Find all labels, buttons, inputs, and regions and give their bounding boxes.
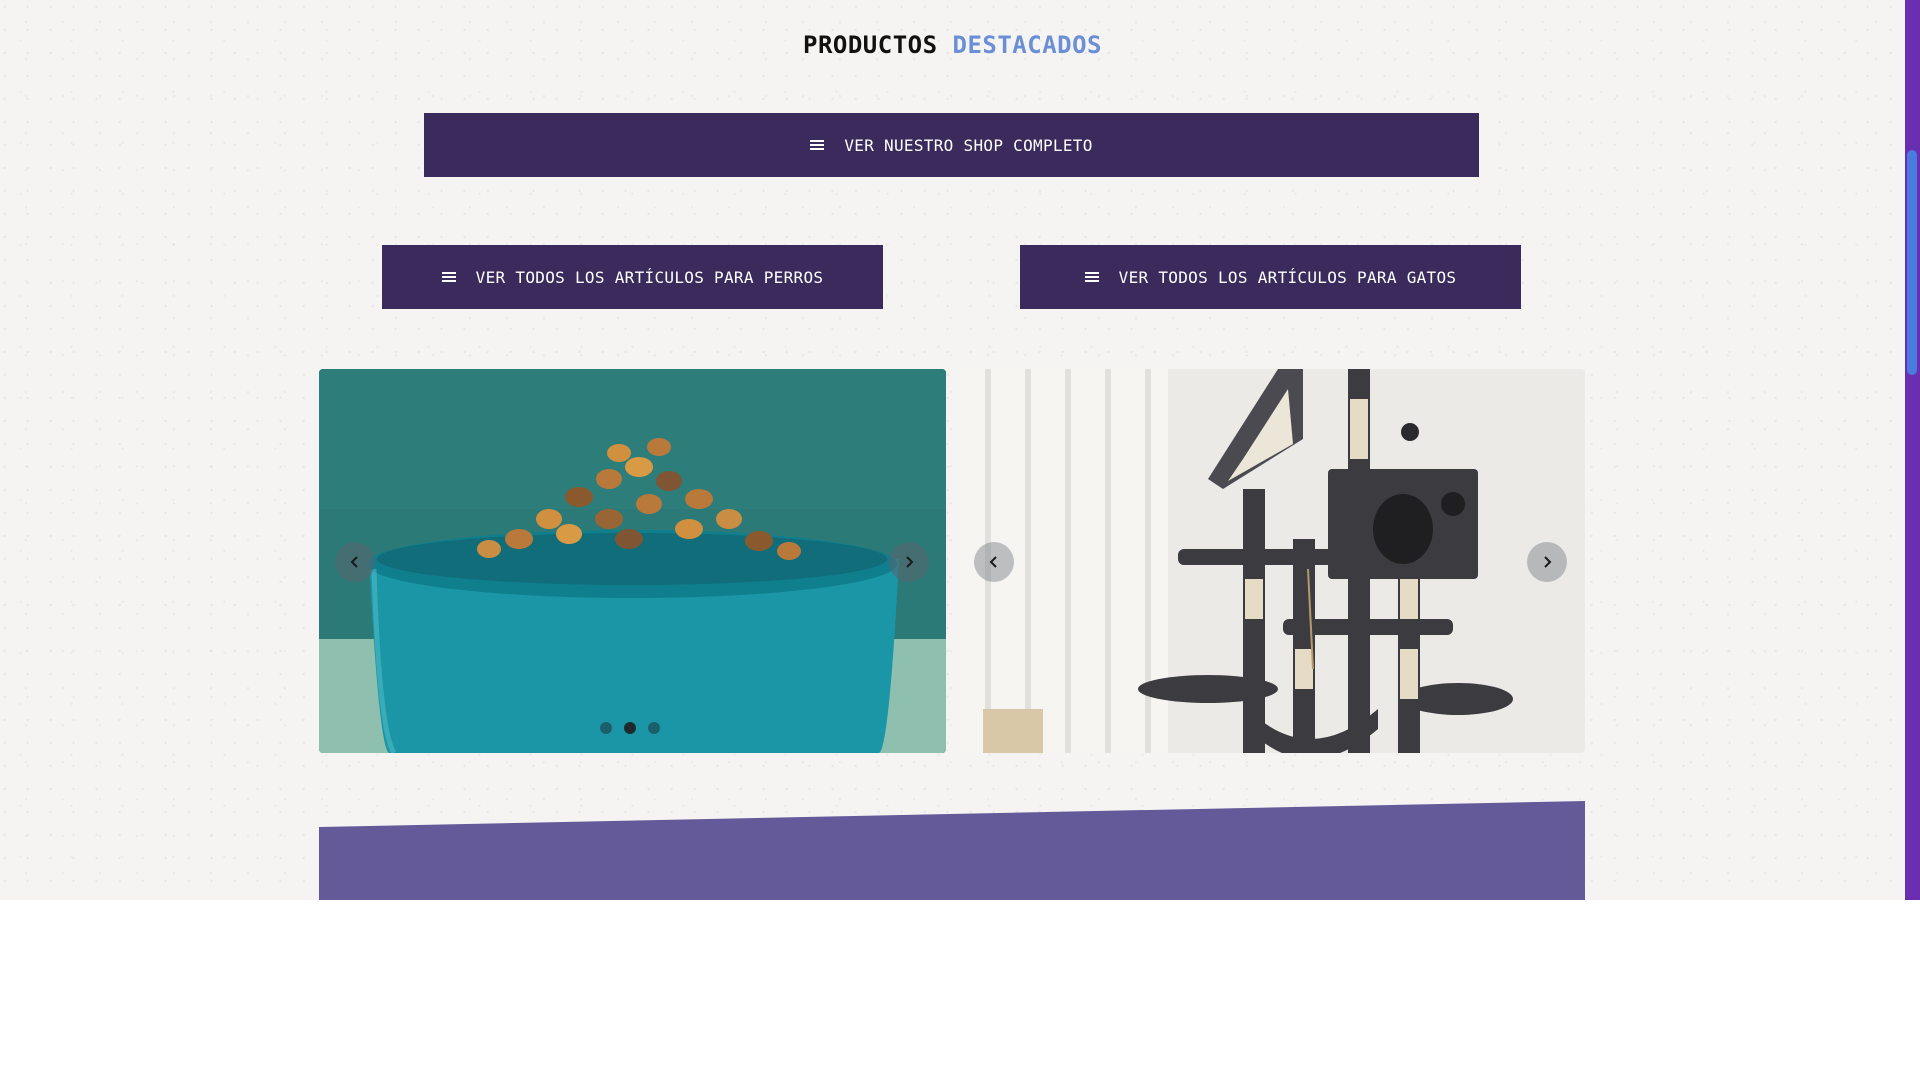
menu-icon	[810, 140, 825, 150]
scrollbar-track[interactable]	[1905, 0, 1920, 900]
shop-all-button[interactable]: VER NUESTRO SHOP COMPLETO	[424, 113, 1479, 177]
cat-items-label: VER TODOS LOS ARTÍCULOS PARA GATOS	[1118, 267, 1457, 287]
dog-food-carousel[interactable]	[319, 369, 946, 753]
section-title-main: PRODUCTOS	[803, 31, 938, 59]
dog-carousel-next-button[interactable]	[889, 542, 929, 582]
dog-items-label: VER TODOS LOS ARTÍCULOS PARA PERROS	[475, 267, 824, 287]
cat-tree-image	[958, 369, 1585, 753]
dog-items-button[interactable]: VER TODOS LOS ARTÍCULOS PARA PERROS	[382, 245, 883, 309]
section-title-accent: DESTACADOS	[952, 31, 1102, 59]
page-viewport: PRODUCTOS DESTACADOS VER NUESTRO SHOP CO…	[0, 0, 1920, 900]
menu-icon	[1084, 272, 1099, 282]
carousel-dot-2[interactable]	[624, 722, 636, 734]
shop-all-label: VER NUESTRO SHOP COMPLETO	[844, 135, 1093, 155]
carousel-dot-3[interactable]	[648, 722, 660, 734]
chevron-left-icon	[350, 556, 358, 568]
dog-carousel-prev-button[interactable]	[335, 542, 375, 582]
dog-food-bowl-image	[319, 369, 946, 753]
purple-band-divider	[319, 801, 1585, 900]
carousel-dot-1[interactable]	[600, 722, 612, 734]
chevron-right-icon	[1544, 556, 1552, 568]
cat-items-button[interactable]: VER TODOS LOS ARTÍCULOS PARA GATOS	[1020, 245, 1521, 309]
carousel-dots	[600, 722, 660, 734]
menu-icon	[441, 272, 456, 282]
cat-tree-carousel[interactable]	[958, 369, 1585, 753]
section-title: PRODUCTOS DESTACADOS	[0, 31, 1905, 59]
cat-carousel-prev-button[interactable]	[974, 542, 1014, 582]
chevron-left-icon	[989, 556, 997, 568]
cat-carousel-next-button[interactable]	[1527, 542, 1567, 582]
chevron-right-icon	[906, 556, 914, 568]
scrollbar-thumb[interactable]	[1907, 150, 1917, 375]
